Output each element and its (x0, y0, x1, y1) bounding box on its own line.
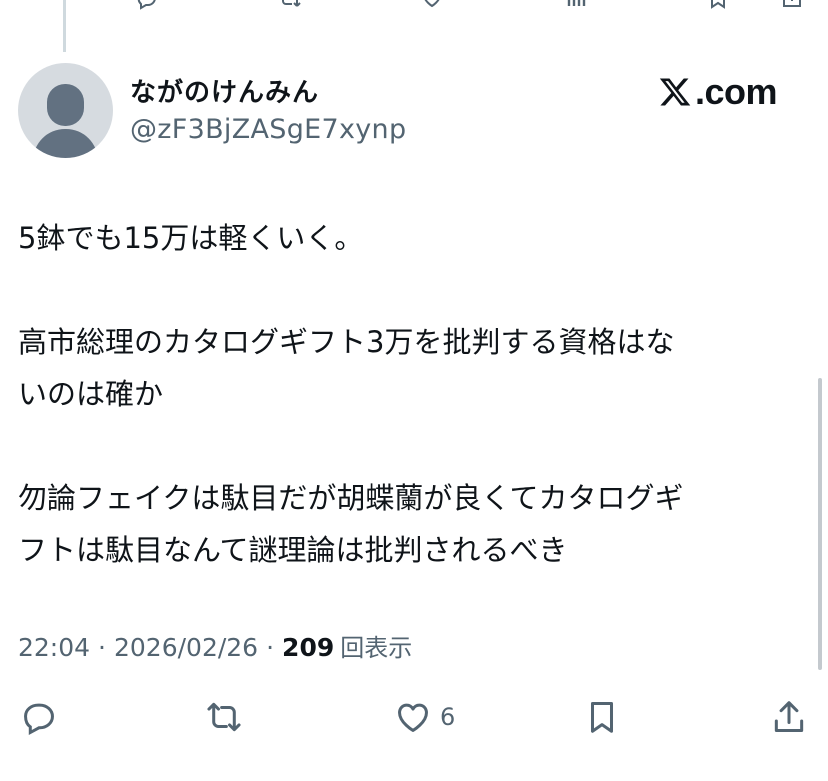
prev-bookmark-button[interactable] (706, 0, 730, 10)
like-icon (398, 703, 428, 732)
like-button[interactable]: 6 (394, 695, 455, 739)
tweet-time[interactable]: 22:04 (18, 633, 90, 662)
meta-separator: · (98, 633, 106, 662)
share-icon (774, 701, 804, 732)
scrollbar[interactable] (818, 378, 822, 670)
thread-connector-line (63, 0, 66, 52)
view-count: 209 (282, 633, 335, 662)
avatar-placeholder-head (47, 84, 84, 126)
tweet-line: 勿論フェイクは駄目だが胡蝶蘭が良くてカタログギ (18, 481, 684, 515)
bookmark-button[interactable] (583, 695, 621, 739)
views-icon (567, 0, 586, 6)
retweet-icon (207, 702, 241, 732)
prev-reply-button[interactable] (135, 0, 159, 10)
tweet-body: 5鉢でも15万は軽くいく。 高市総理のカタログギフト3万を批判する資格はな いの… (18, 212, 808, 576)
retweet-button[interactable] (205, 695, 243, 739)
reply-button[interactable] (20, 695, 58, 739)
bookmark-icon (590, 702, 614, 733)
reply-icon (24, 703, 54, 736)
brand-domain-label: .com (695, 71, 778, 112)
tweet-line: フトは駄目なんて謎理論は批判されるべき (18, 533, 568, 567)
bookmark-icon (711, 0, 725, 9)
previous-tweet-actions (0, 0, 828, 10)
retweet-icon (282, 0, 301, 7)
tweet-meta: 22:04 · 2026/02/26 · 209 回表示 (18, 628, 412, 663)
share-button[interactable] (770, 695, 808, 739)
reply-icon (137, 0, 156, 10)
author-display-name[interactable]: ながのけんみん (130, 72, 319, 109)
prev-retweet-button[interactable] (278, 0, 302, 10)
tweet-actions: 6 (0, 695, 828, 739)
x-brand-logo: .com (657, 71, 778, 112)
x-logo-icon (659, 78, 691, 106)
view-count-label: 回表示 (340, 634, 413, 662)
tweet-line: 5鉢でも15万は軽くいく。 (18, 221, 364, 255)
share-icon (783, 0, 801, 7)
like-icon (424, 0, 440, 8)
author-handle[interactable]: @zF3BjZASgE7xynp (130, 114, 406, 145)
meta-separator: · (266, 633, 275, 662)
prev-share-button[interactable] (780, 0, 804, 10)
prev-like-button[interactable] (420, 0, 444, 10)
like-count: 6 (440, 703, 456, 731)
prev-views-button[interactable] (565, 0, 589, 10)
tweet-line: 高市総理のカタログギフト3万を批判する資格はな (18, 325, 675, 359)
tweet-line: いのは確か (18, 377, 164, 411)
avatar[interactable] (18, 63, 113, 158)
tweet-date[interactable]: 2026/02/26 (114, 633, 258, 662)
avatar-placeholder-body (33, 129, 98, 158)
